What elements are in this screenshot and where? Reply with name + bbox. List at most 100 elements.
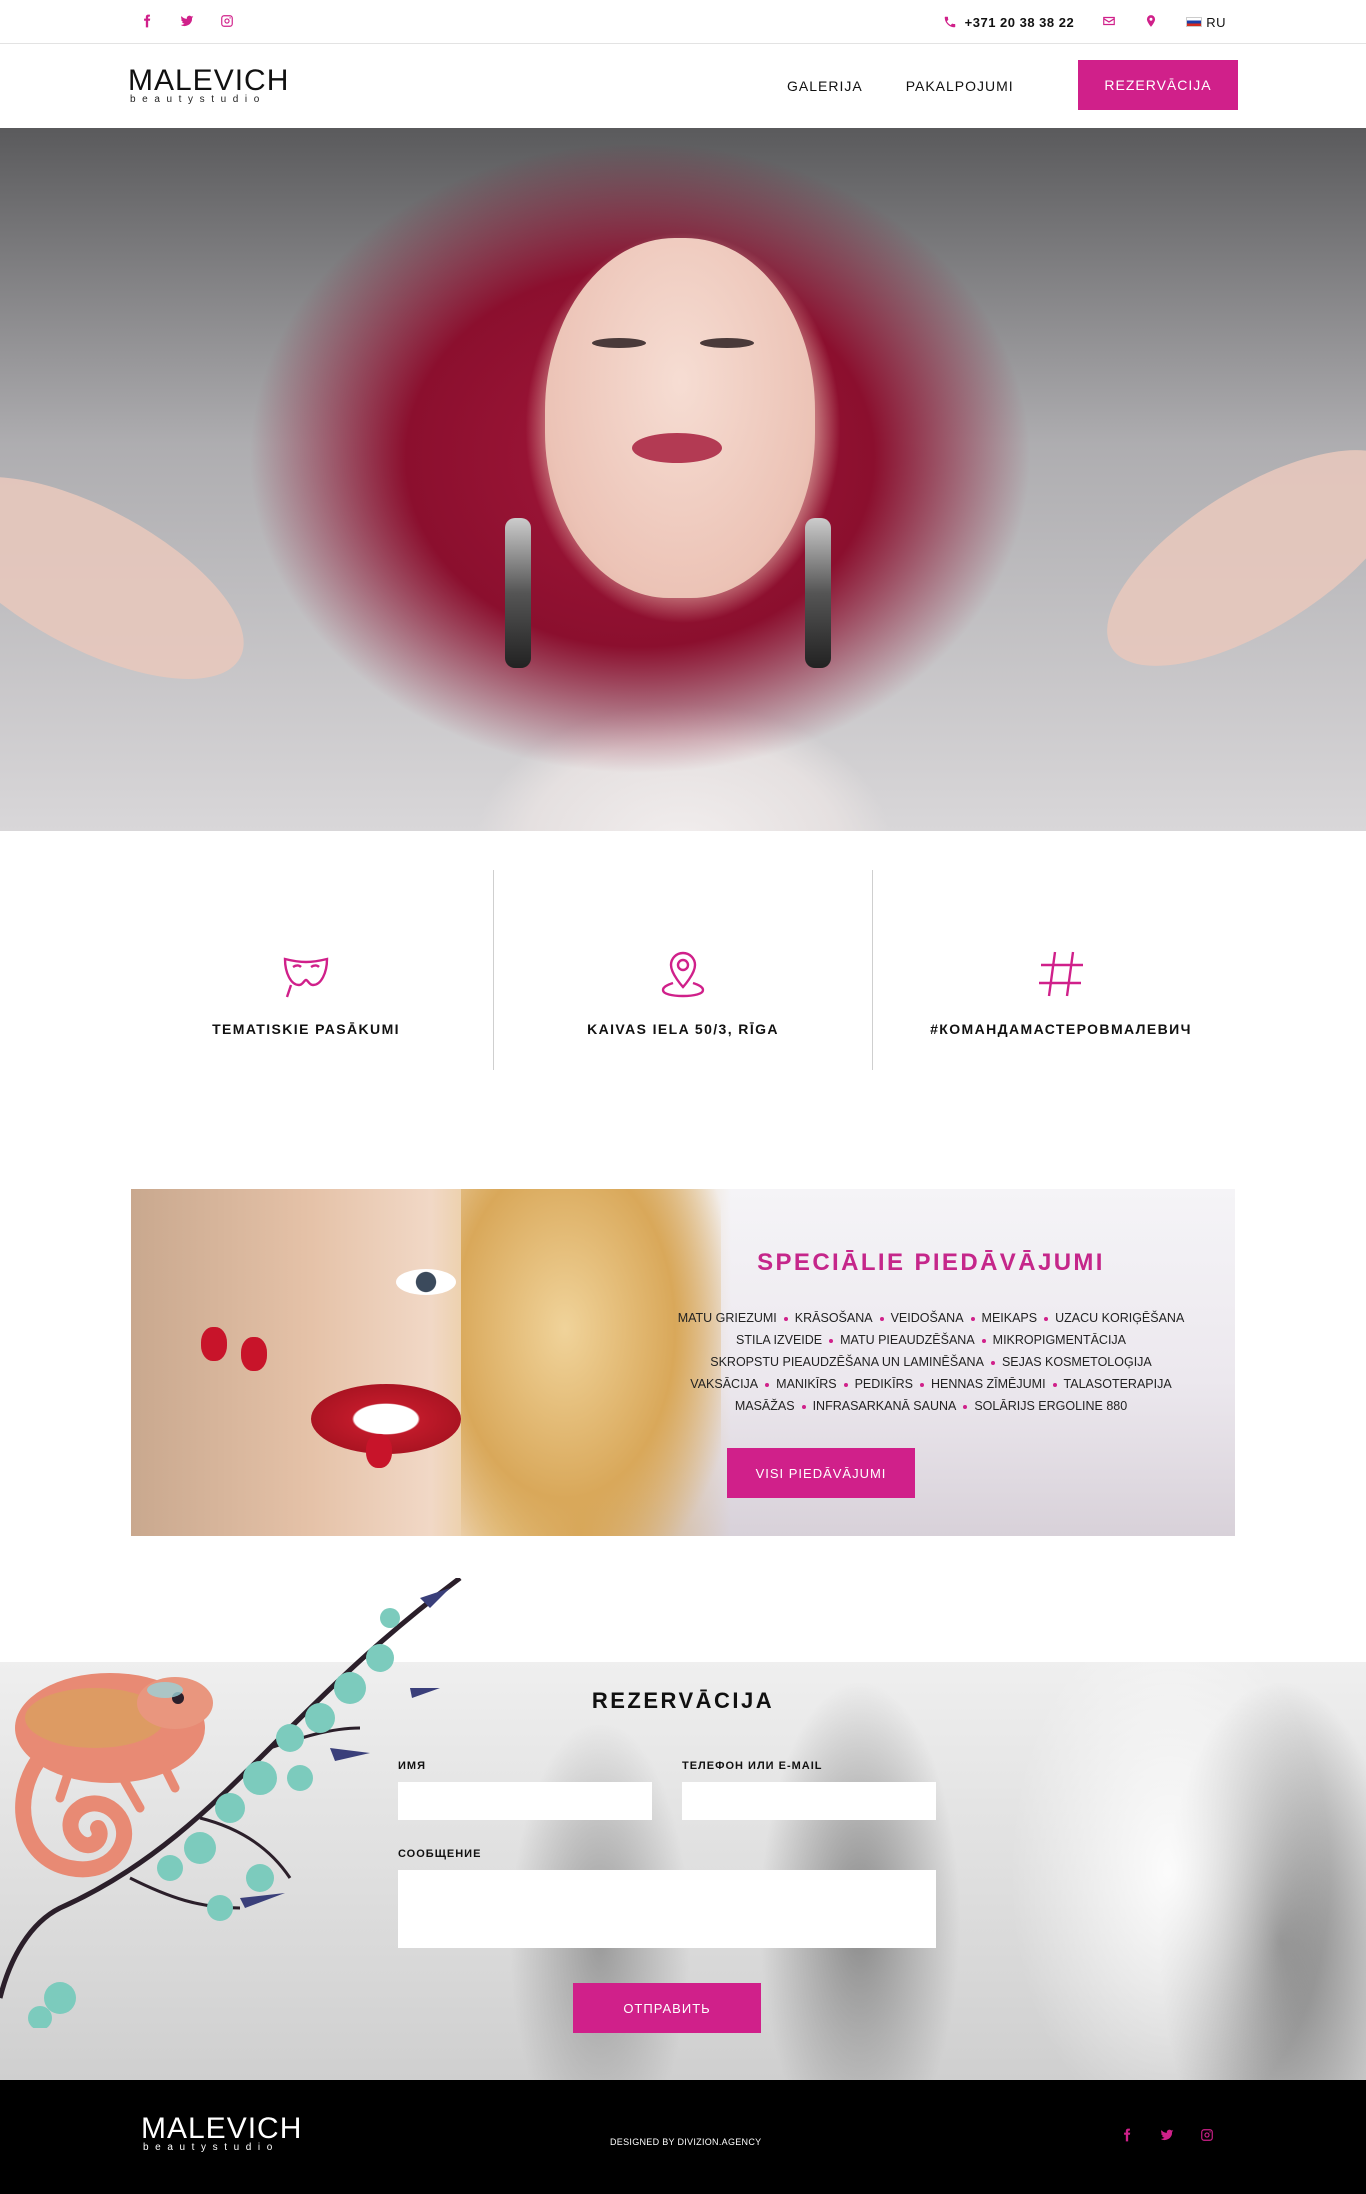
bullet-dot-icon (981, 1338, 986, 1343)
offers-title: SPECIĀLIE PIEDĀVĀJUMI (757, 1249, 1105, 1276)
footer-logo-name: MALEVICH (141, 2112, 303, 2145)
location-icon[interactable] (1144, 14, 1158, 31)
hero-image (0, 128, 1366, 831)
footer-logo-tagline: beautystudio (143, 2142, 279, 2153)
language-switcher[interactable]: RU (1186, 15, 1226, 30)
offer-item[interactable]: KRĀSOŠANA (795, 1307, 873, 1329)
offers-list-line: VAKSĀCIJA MANIKĪRS PEDIKĪRS HENNAS ZĪMĒJUMI… (671, 1373, 1191, 1395)
offer-item[interactable]: MIKROPIGMENTĀCIJA (993, 1329, 1126, 1351)
bullet-dot-icon (970, 1316, 975, 1321)
russia-flag-icon (1186, 17, 1203, 27)
feature-divider (493, 870, 494, 1070)
designer-credit[interactable]: DESIGNED BY DIVIZION.AGENCY (610, 2137, 761, 2147)
all-offers-button[interactable]: VISI PIEDĀVĀJUMI (727, 1448, 915, 1498)
offer-item[interactable]: VEIDOŠANA (891, 1307, 964, 1329)
bullet-dot-icon (765, 1382, 770, 1387)
offer-item[interactable]: SOLĀRIJS ERGOLINE 880 (974, 1395, 1127, 1417)
mask-icon (281, 949, 331, 999)
offers-photo-nail (366, 1434, 392, 1468)
offer-item[interactable]: MANIKĪRS (776, 1373, 836, 1395)
feature-hashtag: #КОМАНДАМАСТЕРОВМАЛЕВИЧ (872, 871, 1250, 1071)
contact-label: ТЕЛЕФОН ИЛИ E-MAIL (682, 1760, 823, 1772)
submit-button[interactable]: ОТПРАВИТЬ (573, 1983, 761, 2033)
nav-item-galerija[interactable]: GALERIJA (787, 78, 863, 94)
phone-icon (944, 16, 955, 28)
language-label: RU (1206, 14, 1226, 30)
footer: MALEVICH beautystudio DESIGNED BY DIVIZI… (0, 2080, 1366, 2194)
offer-item[interactable]: SKROPSTU PIEAUDZĒŠANA UN LAMINĒŠANA (710, 1351, 984, 1373)
hero-eye-right (700, 338, 754, 348)
message-textarea[interactable] (398, 1870, 936, 1948)
twitter-icon[interactable] (1158, 2126, 1176, 2144)
bullet-dot-icon (1052, 1382, 1057, 1387)
email-icon[interactable] (1102, 14, 1116, 31)
bullet-dot-icon (1044, 1316, 1049, 1321)
bullet-dot-icon (829, 1338, 834, 1343)
topbar-social (138, 12, 236, 30)
logo-name: MALEVICH (128, 64, 290, 97)
footer-social (1118, 2126, 1216, 2144)
hero-earring-left (505, 518, 531, 668)
main-nav: GALERIJA PAKALPOJUMI (787, 78, 1014, 94)
offer-item[interactable]: INFRASARKANĀ SAUNA (813, 1395, 957, 1417)
instagram-icon[interactable] (1198, 2126, 1216, 2144)
facebook-icon[interactable] (138, 12, 156, 30)
bullet-dot-icon (963, 1404, 968, 1409)
offer-item[interactable]: MATU GRIEZUMI (678, 1307, 777, 1329)
offer-item[interactable]: PEDIKĪRS (855, 1373, 913, 1395)
offer-item[interactable]: MASĀŽAS (735, 1395, 795, 1417)
offer-item[interactable]: TALASOTERAPIJA (1064, 1373, 1172, 1395)
features-row: TEMATISKIE PASĀKUMI KAIVAS IELA 50/3, RĪ… (0, 831, 1366, 1071)
offers-photo-eye (396, 1269, 456, 1295)
instagram-icon[interactable] (218, 12, 236, 30)
facebook-icon[interactable] (1118, 2126, 1136, 2144)
hero-earring-right (805, 518, 831, 668)
offers-list-line: SKROPSTU PIEAUDZĒŠANA UN LAMINĒŠANA SEJAS… (671, 1351, 1191, 1373)
contact-input[interactable] (682, 1782, 936, 1820)
offer-item[interactable]: HENNAS ZĪMĒJUMI (931, 1373, 1046, 1395)
offer-item[interactable]: VAKSĀCIJA (690, 1373, 758, 1395)
phone-number: +371 20 38 38 22 (964, 14, 1075, 30)
hero-arm-right (1074, 408, 1366, 708)
bullet-dot-icon (783, 1316, 788, 1321)
hero-lips (632, 433, 722, 463)
offers-list-line: STILA IZVEIDE MATU PIEAUDZĒŠANA MIKROPIGME… (671, 1329, 1191, 1351)
offers-photo (131, 1189, 731, 1536)
offer-item[interactable]: MEIKAPS (982, 1307, 1038, 1329)
phone-link[interactable]: +371 20 38 38 22 (943, 15, 1075, 30)
feature-label: TEMATISKIE PASĀKUMI (212, 1021, 400, 1037)
offer-item[interactable]: SEJAS KOSMETOLOĢIJA (1002, 1351, 1152, 1373)
chameleon-branch-illustration (0, 1578, 462, 2028)
offers-photo-nail (201, 1327, 227, 1361)
reservation-button[interactable]: REZERVĀCIJA (1078, 60, 1238, 110)
nav-item-pakalpojumi[interactable]: PAKALPOJUMI (906, 78, 1014, 94)
offer-item[interactable]: UZACU KORIĢĒŠANA (1055, 1307, 1184, 1329)
offers-list: MATU GRIEZUMI KRĀSOŠANA VEIDOŠANA MEIKAPS UZ… (671, 1307, 1191, 1417)
offers-photo-nail (241, 1337, 267, 1371)
bullet-dot-icon (990, 1360, 995, 1365)
offers-list-line: MATU GRIEZUMI KRĀSOŠANA VEIDOŠANA MEIKAPS UZ… (671, 1307, 1191, 1329)
hero-face (545, 238, 815, 598)
twitter-icon[interactable] (178, 12, 196, 30)
offer-item[interactable]: STILA IZVEIDE (736, 1329, 822, 1351)
feature-address: KAIVAS IELA 50/3, RĪGA (494, 871, 872, 1071)
bullet-dot-icon (843, 1382, 848, 1387)
top-bar: +371 20 38 38 22 RU (0, 0, 1366, 44)
offers-list-line: MASĀŽAS INFRASARKANĀ SAUNA SOLĀRIJS ERGOLI… (671, 1395, 1191, 1417)
bullet-dot-icon (801, 1404, 806, 1409)
feature-label: #КОМАНДАМАСТЕРОВМАЛЕВИЧ (930, 1021, 1192, 1037)
topbar-contacts: +371 20 38 38 22 RU (943, 0, 1226, 44)
logo-tagline: beautystudio (130, 94, 266, 105)
hero-eye-left (592, 338, 646, 348)
feature-events: TEMATISKIE PASĀKUMI (117, 871, 495, 1071)
feature-label: KAIVAS IELA 50/3, RĪGA (587, 1021, 779, 1037)
offer-item[interactable]: MATU PIEAUDZĒŠANA (840, 1329, 975, 1351)
map-pin-icon (658, 949, 708, 999)
main-header: MALEVICH beautystudio GALERIJA PAKALPOJU… (0, 44, 1366, 128)
feature-divider (872, 870, 873, 1070)
hashtag-icon (1036, 949, 1086, 999)
site-logo[interactable]: MALEVICH beautystudio (128, 64, 290, 106)
footer-logo[interactable]: MALEVICH beautystudio (141, 2112, 303, 2154)
bullet-dot-icon (879, 1316, 884, 1321)
special-offers-banner: SPECIĀLIE PIEDĀVĀJUMI MATU GRIEZUMI KRĀSO… (131, 1189, 1235, 1536)
